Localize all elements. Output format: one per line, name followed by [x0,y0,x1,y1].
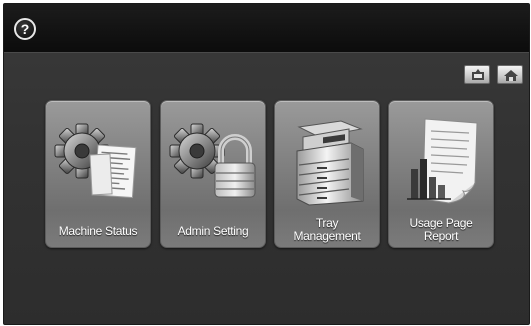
tray-management-button[interactable]: Tray Management [274,100,380,248]
gear-document-icon [54,123,137,199]
top-bar: ? [4,4,529,53]
home-icon [504,70,518,81]
tray-management-label-line1: Tray [315,216,339,230]
usage-page-report-button[interactable]: Usage Page Report [388,100,494,248]
help-button[interactable]: ? [14,18,36,40]
back-button[interactable] [464,65,490,84]
home-button[interactable] [497,65,523,84]
usage-page-report-label-line1: Usage Page [409,216,473,230]
device-screen: ? Machine Status Admin Setting Tray Mana… [3,3,530,325]
bar-chart-report-icon [407,118,478,204]
admin-setting-label: Admin Setting [177,224,249,238]
gear-lock-icon [169,123,256,198]
printer-icon [296,120,364,206]
tray-management-label-line2: Management [293,229,361,243]
machine-status-label: Machine Status [58,224,138,238]
usage-page-report-label-line2: Report [423,229,459,243]
machine-status-button[interactable]: Machine Status [45,100,151,248]
admin-setting-button[interactable]: Admin Setting [160,100,266,248]
back-icon [472,69,484,80]
